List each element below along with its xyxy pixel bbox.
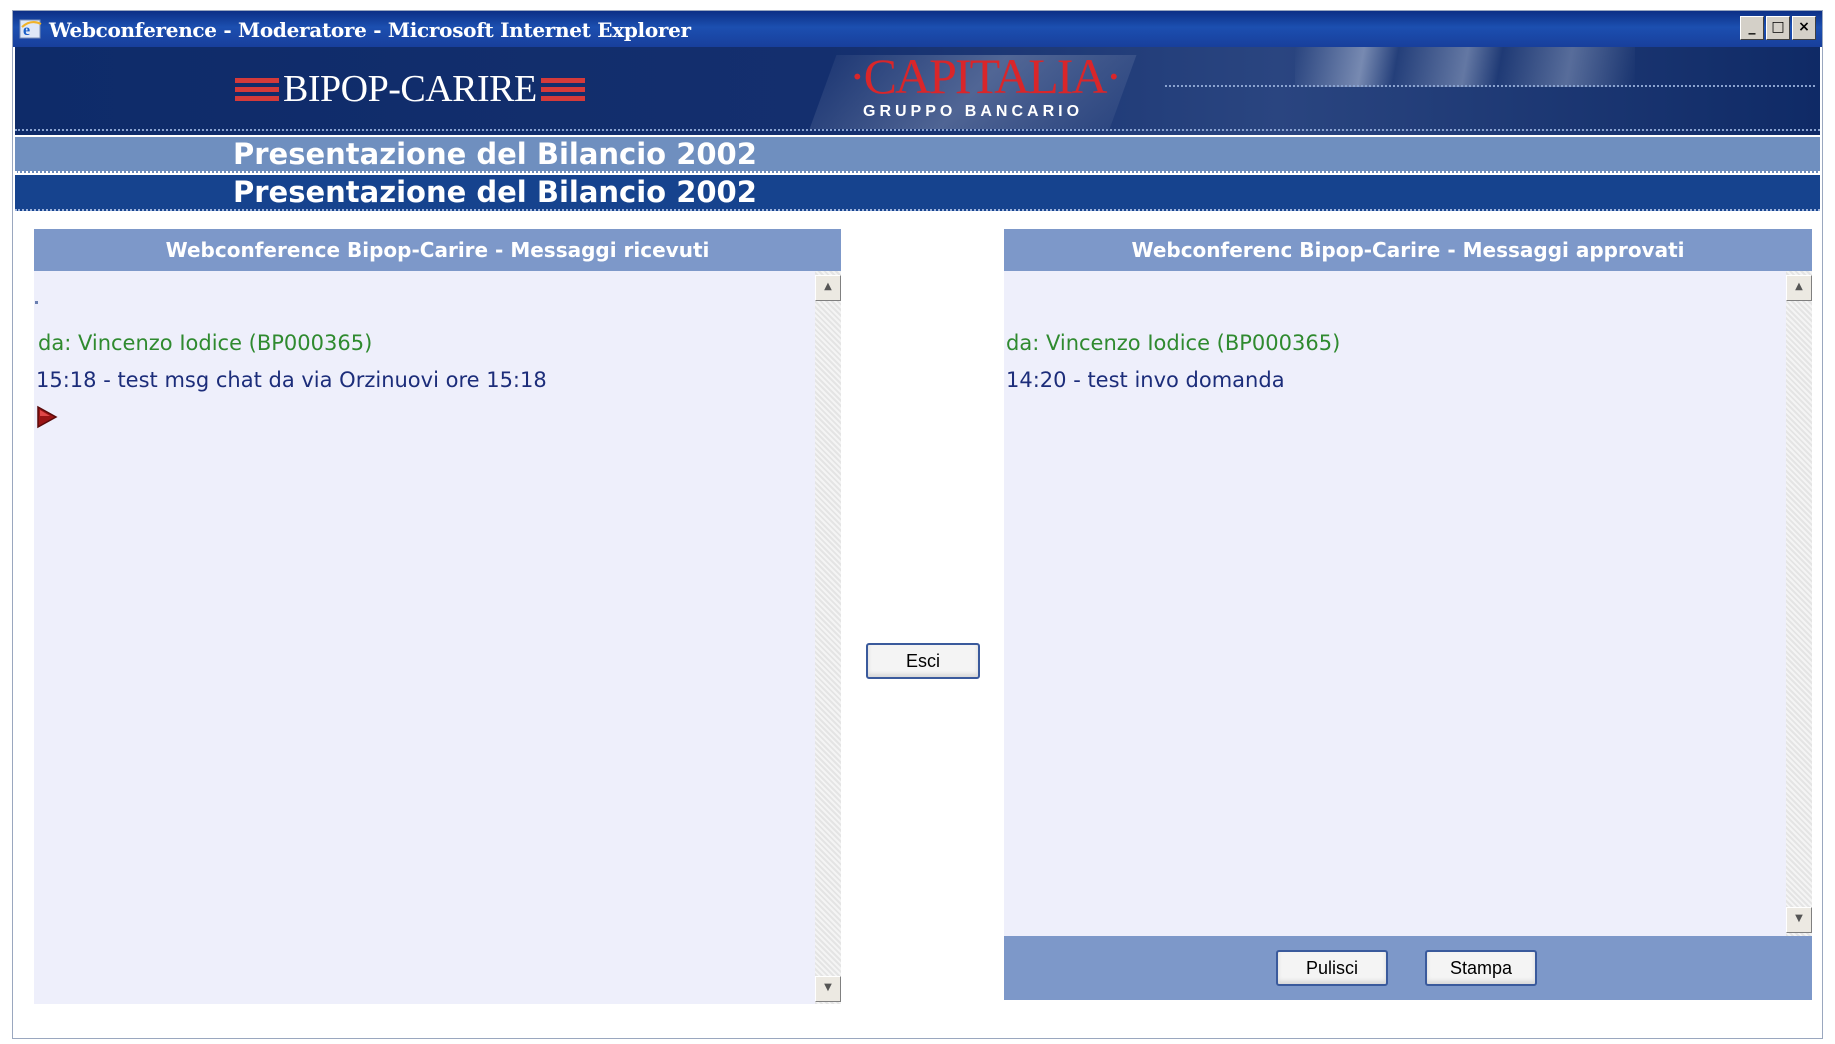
approved-scrollbar[interactable]: ▲ ▼	[1786, 271, 1812, 936]
gruppo-bancario-text: GRUPPO BANCARIO	[863, 103, 1084, 120]
scroll-up-icon[interactable]: ▲	[815, 275, 841, 301]
approved-message-text[interactable]: 14:20 - test invo domanda	[1006, 368, 1285, 392]
decorative-streaks	[1295, 47, 1635, 87]
capitalia-logo: ·CAPITALIA· GRUPPO BANCARIO	[809, 47, 1153, 129]
bipop-carire-text: BIPOP-CARIRE	[283, 68, 537, 110]
approved-message-sender: da: Vincenzo Iodice (BP000365)	[1006, 331, 1341, 355]
browser-window: e Webconference - Moderatore - Microsoft…	[12, 10, 1823, 1039]
approved-messages-list[interactable]: da: Vincenzo Iodice (BP000365) 14:20 - t…	[1004, 271, 1812, 936]
clear-button[interactable]: Pulisci	[1276, 950, 1388, 986]
approved-messages-header: Webconferenc Bipop-Carire - Messaggi app…	[1004, 229, 1812, 271]
window-controls: _ □ ×	[1740, 16, 1816, 40]
bipop-carire-logo: BIPOP-CARIRE	[235, 67, 585, 111]
scroll-down-icon[interactable]: ▼	[1786, 907, 1812, 933]
logo-bars-left	[235, 77, 279, 101]
logo-bars-right	[540, 77, 585, 101]
capitalia-text: ·CAPITALIA·	[849, 48, 1122, 104]
scroll-up-icon[interactable]: ▲	[1786, 275, 1812, 301]
received-message-text[interactable]: 15:18 - test msg chat da via Orzinuovi o…	[36, 368, 547, 392]
print-button[interactable]: Stampa	[1425, 950, 1537, 986]
banner-dotted-divider	[15, 129, 1820, 131]
received-scrollbar[interactable]: ▲ ▼	[815, 271, 841, 1004]
minimize-button[interactable]: _	[1740, 16, 1764, 40]
presentation-title-band-2: Presentazione del Bilancio 2002	[15, 175, 1820, 211]
banner-dotted-rule	[1165, 85, 1815, 87]
scroll-down-icon[interactable]: ▼	[815, 976, 841, 1002]
ie-icon: e	[19, 19, 42, 39]
window-title: Webconference - Moderatore - Microsoft I…	[49, 18, 691, 42]
presentation-title-band-1: Presentazione del Bilancio 2002	[15, 137, 1820, 173]
exit-button[interactable]: Esci	[866, 643, 980, 679]
maximize-button[interactable]: □	[1766, 16, 1790, 40]
received-message-sender: da: Vincenzo Iodice (BP000365)	[38, 331, 373, 355]
received-messages-list[interactable]: da: Vincenzo Iodice (BP000365) 15:18 - t…	[34, 271, 841, 1004]
approved-actions-bar: Pulisci Stampa	[1004, 936, 1812, 1000]
stray-dot	[35, 301, 38, 304]
header-banner: BIPOP-CARIRE ·CAPITALIA· GRUPPO BANCARIO	[15, 47, 1820, 135]
close-button[interactable]: ×	[1792, 16, 1816, 40]
title-bar: e Webconference - Moderatore - Microsoft…	[13, 11, 1822, 47]
play-arrow-icon[interactable]	[36, 405, 58, 429]
received-messages-header: Webconference Bipop-Carire - Messaggi ri…	[34, 229, 841, 271]
